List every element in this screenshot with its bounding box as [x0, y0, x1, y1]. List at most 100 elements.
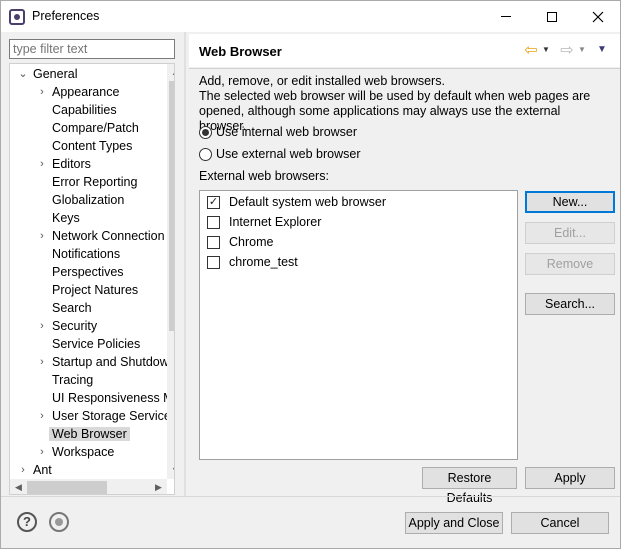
scroll-right-icon[interactable]: ▶: [150, 479, 167, 494]
tree-item[interactable]: Compare/Patch: [52, 119, 139, 137]
chevron-right-icon[interactable]: ›: [17, 461, 29, 479]
browser-name: Default system web browser: [229, 195, 387, 209]
back-arrow-icon[interactable]: ⇦: [521, 40, 541, 60]
tree-item[interactable]: › Security: [40, 317, 97, 335]
chevron-right-icon[interactable]: ›: [36, 317, 48, 335]
help-icon[interactable]: ?: [17, 512, 37, 532]
tree-item[interactable]: Service Policies: [52, 335, 140, 353]
tree-item[interactable]: ⌄ General: [18, 65, 78, 83]
page-title: Web Browser: [199, 44, 282, 59]
checkbox-checked-icon[interactable]: ✓: [207, 195, 220, 209]
tree-item[interactable]: › Appearance: [40, 83, 120, 101]
window-title: Preferences: [32, 9, 100, 23]
browser-name: Internet Explorer: [229, 215, 322, 229]
radio-selected-icon[interactable]: [199, 125, 212, 139]
chevron-right-icon[interactable]: ›: [36, 443, 48, 461]
tree-item[interactable]: Tracing: [52, 371, 93, 389]
tree-horizontal-scrollbar[interactable]: ◀ ▶: [10, 479, 167, 494]
scroll-left-icon[interactable]: ◀: [10, 479, 27, 494]
description-line: The selected web browser will be used by…: [199, 89, 591, 103]
back-history-dropdown-icon[interactable]: ▼: [542, 40, 552, 60]
minimize-button[interactable]: [483, 1, 529, 32]
tree-item-label: Search: [52, 301, 92, 315]
tree-item-label: Web Browser: [49, 427, 130, 441]
restore-defaults-button[interactable]: Restore Defaults: [422, 467, 517, 505]
tree-item-label: Service Policies: [52, 337, 141, 351]
tree-item-label: General: [33, 67, 78, 81]
preferences-window: Preferences ›Ant›WorkspaceWeb Browser›Us…: [0, 0, 621, 549]
radio-external-label: Use external web browser: [216, 147, 361, 161]
chevron-right-icon[interactable]: ›: [36, 83, 48, 101]
forward-arrow-icon[interactable]: ⇨: [557, 40, 577, 60]
chevron-right-icon[interactable]: ›: [36, 227, 48, 245]
tree-item[interactable]: Perspectives: [52, 263, 124, 281]
tree-item[interactable]: › Network Connection: [40, 227, 164, 245]
pane-splitter[interactable]: [184, 32, 186, 496]
tree-item-label: Content Types: [52, 139, 133, 153]
tree-item-label: Capabilities: [52, 103, 117, 117]
tree-item[interactable]: › Workspace: [40, 443, 114, 461]
tree-item[interactable]: Globalization: [52, 191, 124, 209]
checkbox-unchecked-icon[interactable]: [207, 215, 220, 229]
tree-item[interactable]: Web Browser: [49, 425, 130, 443]
radio-internal-browser[interactable]: Use internal web browser: [199, 123, 357, 141]
tree-item[interactable]: › Ant: [21, 461, 52, 479]
apply-button[interactable]: Apply: [525, 467, 615, 489]
external-browsers-label: External web browsers:: [199, 169, 329, 183]
tree-item-label: Perspectives: [52, 265, 124, 279]
chevron-right-icon[interactable]: ›: [36, 407, 48, 425]
tree-item[interactable]: Error Reporting: [52, 173, 137, 191]
record-macro-icon[interactable]: [49, 512, 69, 532]
browser-name: Chrome: [229, 235, 274, 249]
close-button[interactable]: [575, 1, 621, 32]
new-button[interactable]: New...: [525, 191, 615, 213]
tree-item[interactable]: Project Natures: [52, 281, 138, 299]
tree-item[interactable]: Search: [52, 299, 92, 317]
browser-list-item[interactable]: Chrome: [207, 233, 273, 251]
scroll-down-icon[interactable]: ▼: [167, 462, 174, 479]
tree-item[interactable]: › Startup and Shutdown: [40, 353, 175, 371]
chevron-right-icon[interactable]: ›: [36, 353, 48, 371]
tree-vertical-scrollbar[interactable]: ▲ ▼: [167, 64, 174, 479]
tree-item-label: Editors: [52, 157, 91, 171]
browser-name: chrome_test: [229, 255, 298, 269]
tree-item-label: UI Responsiveness Monitoring: [52, 391, 174, 405]
browser-list-item[interactable]: Internet Explorer: [207, 213, 321, 231]
view-menu-icon[interactable]: ▼: [597, 40, 611, 60]
tree-item[interactable]: UI Responsiveness Monitoring: [52, 389, 174, 407]
hscroll-thumb[interactable]: [27, 481, 107, 494]
apply-and-close-button[interactable]: Apply and Close: [405, 512, 503, 534]
tree-item-label: Appearance: [52, 85, 120, 99]
scroll-thumb[interactable]: [169, 81, 174, 331]
tree-item-label: Tracing: [52, 373, 94, 387]
maximize-icon: [547, 11, 557, 22]
browser-list-item[interactable]: chrome_test: [207, 253, 298, 271]
tree-item[interactable]: Notifications: [52, 245, 120, 263]
cancel-button[interactable]: Cancel: [511, 512, 609, 534]
radio-external-browser[interactable]: Use external web browser: [199, 145, 361, 163]
page-header: Web Browser ⇦ ▼ ⇨ ▼ ▼: [189, 34, 620, 67]
tree-item-label: Compare/Patch: [52, 121, 139, 135]
checkbox-unchecked-icon[interactable]: [207, 255, 220, 269]
filter-input[interactable]: [9, 39, 175, 59]
chevron-right-icon[interactable]: ›: [36, 155, 48, 173]
tree-item-label: Startup and Shutdown: [52, 355, 175, 369]
edit-button[interactable]: Edit...: [525, 222, 615, 244]
chevron-down-icon[interactable]: ⌄: [17, 65, 29, 83]
radio-unselected-icon[interactable]: [199, 147, 212, 161]
checkbox-unchecked-icon[interactable]: [207, 235, 220, 249]
tree-item-label: User Storage Service: [52, 409, 171, 423]
search-button[interactable]: Search...: [525, 293, 615, 315]
tree-item[interactable]: Content Types: [52, 137, 132, 155]
maximize-button[interactable]: [529, 1, 575, 32]
tree-item[interactable]: › Editors: [40, 155, 91, 173]
scroll-up-icon[interactable]: ▲: [167, 64, 174, 81]
tree-item[interactable]: › User Storage Service: [40, 407, 171, 425]
tree-item[interactable]: Capabilities: [52, 101, 117, 119]
tree-item[interactable]: Keys: [52, 209, 80, 227]
minimize-icon: [501, 16, 511, 17]
remove-button[interactable]: Remove: [525, 253, 615, 275]
forward-history-dropdown-icon[interactable]: ▼: [578, 40, 588, 60]
browser-list-item[interactable]: ✓ Default system web browser: [207, 193, 386, 211]
preference-tree: › Ant › Workspace Web Browser › User Storage S…: [9, 63, 175, 495]
